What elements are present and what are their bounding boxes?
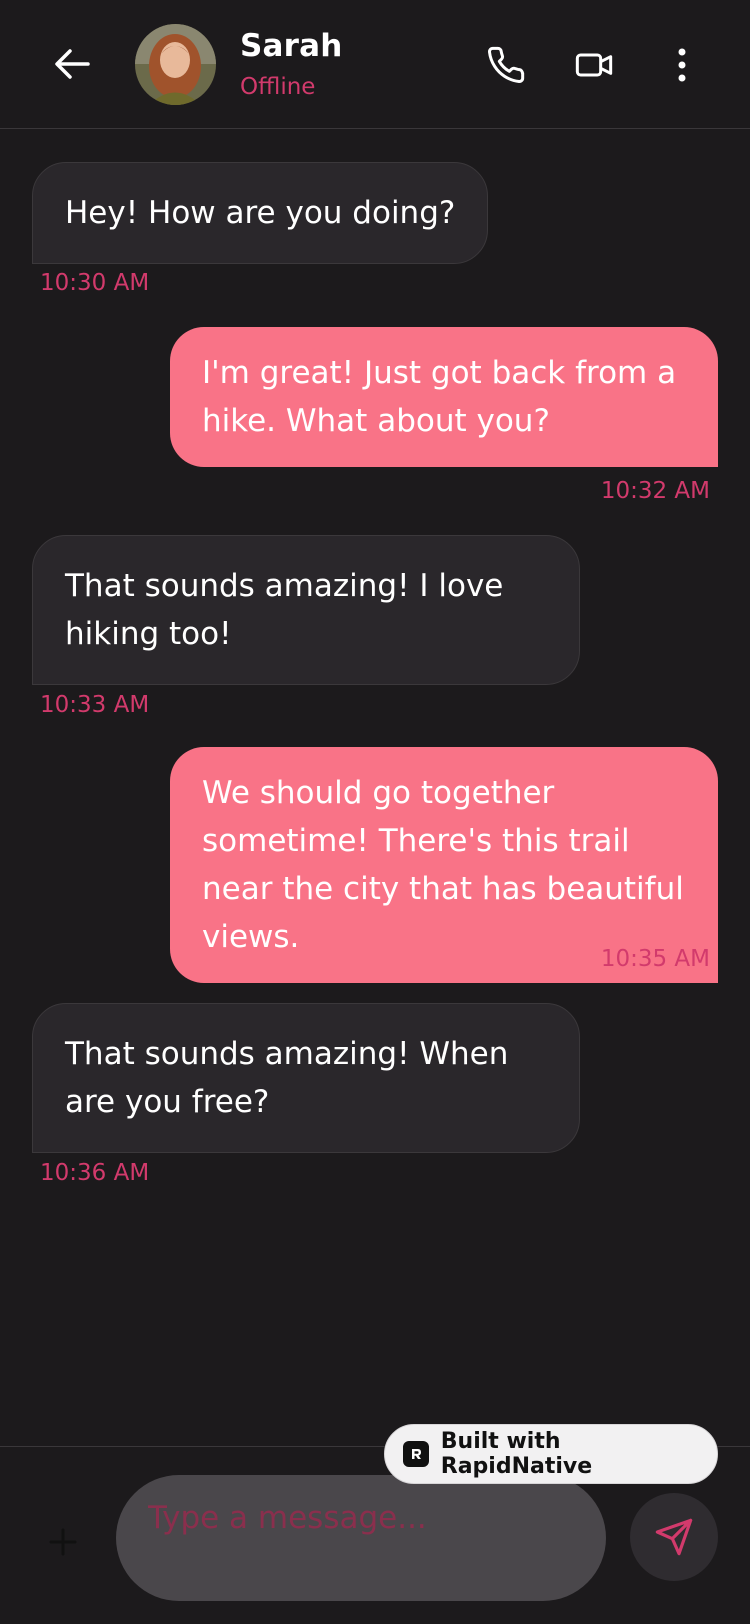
contact-status: Offline [240,74,316,100]
message-text: Hey! How are you doing? [65,195,456,231]
message-timestamp: 10:33 AM [40,692,150,718]
built-with-badge[interactable]: Built with RapidNative [384,1424,718,1484]
message-text: That sounds amazing! When are you free? [65,1036,509,1120]
chat-header: Sarah Offline [0,0,750,129]
message-timestamp: 10:36 AM [40,1160,150,1186]
attach-button[interactable] [40,1519,86,1565]
message-timestamp: 10:30 AM [40,270,150,296]
contact-name: Sarah [240,28,343,64]
message-timestamp: 10:32 AM [600,478,710,504]
send-button[interactable] [630,1493,718,1581]
message-input[interactable] [116,1475,606,1601]
badge-label: Built with RapidNative [440,1429,593,1479]
message-text: I'm great! Just got back from a hike. Wh… [202,355,677,439]
message-bubble-outgoing: I'm great! Just got back from a hike. Wh… [170,327,718,467]
call-button[interactable] [481,40,531,90]
arrow-left-icon [55,49,90,79]
message-bubble-incoming: Hey! How are you doing? [32,162,489,264]
more-vertical-icon [678,48,686,82]
message-text: That sounds amazing! I love hiking too! [65,568,504,652]
phone-icon [488,46,525,83]
rapidnative-logo-icon [403,1441,429,1467]
back-button[interactable] [48,40,96,88]
plus-icon [49,1528,77,1556]
message-bubble-incoming: That sounds amazing! I love hiking too! [32,535,580,685]
send-icon [655,1518,693,1556]
avatar[interactable] [135,24,216,105]
message-timestamp: 10:35 AM [600,946,710,972]
message-text: We should go together sometime! There's … [202,775,684,955]
message-list[interactable]: Hey! How are you doing? 10:30 AM I'm gre… [0,130,750,1446]
video-call-button[interactable] [569,40,619,90]
more-options-button[interactable] [657,40,707,90]
message-bubble-incoming: That sounds amazing! When are you free? [32,1003,580,1153]
video-camera-icon [575,53,613,77]
